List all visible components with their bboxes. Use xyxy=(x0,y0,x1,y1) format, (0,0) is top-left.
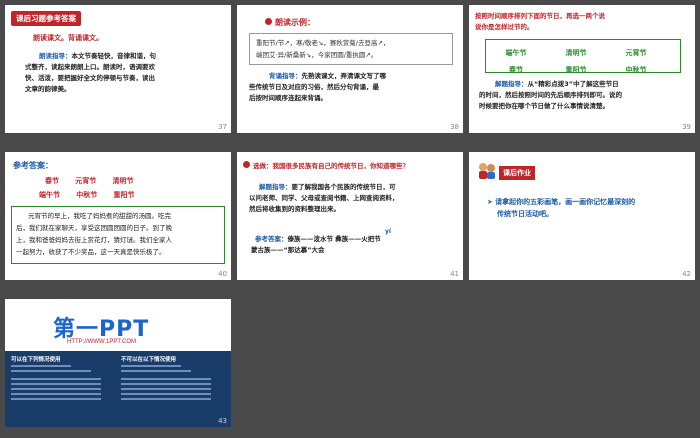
prompt-line-2: 说你是怎样过节的。 xyxy=(475,23,534,31)
guide-paragraph: 背诵指导：先熟读课文，弄清课文写了哪 些传统节日及对应的习俗，然后分句背诵，最 … xyxy=(249,71,459,104)
essay-line: 上，我和爸爸妈妈去街上赏花灯，猜灯谜。我们全家人 xyxy=(16,236,172,244)
slide-banner: 课后习题参考答案 xyxy=(11,11,81,26)
guide-line-3: 时候要把你在哪个节日做了什么事情说清楚。 xyxy=(479,102,609,110)
usage-forbidden-lines xyxy=(121,365,221,403)
answer-line-2: 蒙古族——“那达慕”大会 xyxy=(251,246,325,254)
guide-line-3: 然后将收集到的资料整理出来。 xyxy=(249,205,340,213)
guide-line-2: 的时间，然后按照时间的先后顺序排列即可。说的 xyxy=(479,91,622,99)
slide-number: 38 xyxy=(450,123,459,131)
pen-icon xyxy=(265,18,272,25)
slide-number: 41 xyxy=(450,270,459,278)
festival-item: 清明节 xyxy=(565,49,587,57)
example-box: 重阳节/节↗，寒/敬老↘，赛秋赏菊/去登高↗， 端团艾·异/新桑新↘，今家团圆/… xyxy=(249,33,453,65)
guide-line-4: 文章的韵律美。 xyxy=(25,85,71,93)
target-icon xyxy=(243,161,250,168)
guide-label: 朗读指导： xyxy=(39,52,72,60)
order-item: 中秋节 xyxy=(76,191,98,199)
essay-line: 后，我们就在家聊天，享受这团圆团圆的日子。到了晚 xyxy=(16,224,172,232)
order-row-1: 春节 元宵节 清明节 xyxy=(45,176,133,186)
slide-title: 朗读示例： xyxy=(265,17,315,28)
guide-line-2: 些传统节日及对应的习俗，然后分句背诵，最 xyxy=(249,83,379,91)
usage-allowed-title: 可以在下列情况使用 xyxy=(11,357,61,363)
arrow-icon: ➤ xyxy=(487,198,493,206)
homework-header: 课后作业 xyxy=(499,166,535,180)
festival-item: 春节 xyxy=(509,66,523,74)
prompt-text: 选做：我国很多民族有自己的传统节日，你知道哪些？ xyxy=(243,160,409,170)
prompt-line-1: 按照时间顺序排列下面的节日，再选一两个说 xyxy=(475,12,605,20)
guide-paragraph: 解题指导：从“精彩点拨3”中了解这些节日 的时间，然后按照时间的先后顺序排列即可… xyxy=(479,79,693,112)
guide-line-1: 本文节奏轻快，音律和谐，句 xyxy=(71,52,157,60)
order-item: 端午节 xyxy=(39,191,60,199)
essay-box: 元宵节的早上，我吃了妈妈煮的甜甜的汤圆。吃完 后，我们就在家聊天，享受这团圆团圆… xyxy=(11,206,225,264)
guide-line-1: 要了解我国各个民族的传统节日，可 xyxy=(291,183,396,191)
answer-label: 参考答案： xyxy=(255,235,288,243)
guide-line-2: 以问老师、同学、父母或查阅书籍、上网查阅资料， xyxy=(249,194,399,202)
slide-number: 40 xyxy=(218,270,227,278)
slide-number: 39 xyxy=(682,123,691,131)
usage-forbidden-title: 不可以在以下情况使用 xyxy=(121,357,177,363)
festival-item: 元宵节 xyxy=(625,49,647,57)
slide-41[interactable]: 选做：我国很多民族有自己的传统节日，你知道哪些？ 解题指导：要了解我国各个民族的… xyxy=(237,152,463,280)
festival-box: 端午节 清明节 元宵节 春节 重阳节 中秋节 xyxy=(485,39,681,74)
order-row-2: 端午节 中秋节 重阳节 xyxy=(39,190,134,200)
slide-37[interactable]: 课后习题参考答案 朗读课文。背诵课文。 朗读指导：本文节奏轻快，音律和谐，句 式… xyxy=(5,5,231,133)
slide-title: 参考答案： xyxy=(13,161,53,170)
festival-item: 重阳节 xyxy=(565,66,587,74)
order-item: 重阳节 xyxy=(113,191,135,199)
task-line-1: 请拿起你的五彩画笔，画一画你记忆最深刻的 xyxy=(495,198,636,206)
guide-label: 解题指导： xyxy=(259,183,292,191)
students-icon xyxy=(477,162,497,180)
guide-paragraph: 朗读指导：本文节奏轻快，音律和谐，句 式整齐，读起来朗朗上口。朗读时，语调要欢 … xyxy=(25,51,225,95)
slide-number: 42 xyxy=(682,270,691,278)
task-line-2: 传统节日活动吧。 xyxy=(497,210,553,218)
answer-block: 参考答案：傣族——泼水节 彝族——火把节 蒙古族——“那达慕”大会 xyxy=(251,234,461,256)
logo-url: HTTP://WWW.1PPT.COM xyxy=(67,339,136,345)
task-block: ➤ 请拿起你的五彩画笔，画一画你记忆最深刻的 传统节日活动吧。 xyxy=(487,196,687,220)
answer-line-1: 傣族——泼水节 彝族——火把节 xyxy=(287,235,381,243)
festival-item: 中秋节 xyxy=(625,66,647,74)
slide-38[interactable]: 朗读示例： 重阳节/节↗，寒/敬老↘，赛秋赏菊/去登高↗， 端团艾·异/新桑新↘… xyxy=(237,5,463,133)
festival-item: 端午节 xyxy=(505,49,527,57)
essay-line: 一起努力，收获了不少奖品，这一天真是快乐极了。 xyxy=(16,248,166,256)
essay-line: 元宵节的早上，我吃了妈妈煮的甜甜的汤圆。吃完 xyxy=(28,212,171,220)
example-line-1: 重阳节/节↗，寒/敬老↘，赛秋赏菊/去登高↗， xyxy=(256,39,390,47)
guide-line-2: 式整齐，读起来朗朗上口。朗读时，语调要欢 xyxy=(25,63,155,71)
example-line-2: 端团艾·异/新桑新↘，今家团圆/重执圆↗。 xyxy=(256,51,378,59)
slide-number: 43 xyxy=(218,417,227,425)
slide-39[interactable]: 按照时间顺序排列下面的节日，再选一两个说 说你是怎样过节的。 端午节 清明节 元宵节… xyxy=(469,5,695,133)
guide-label: 解题指导： xyxy=(495,80,528,88)
guide-line-1: 先熟读课文，弄清课文写了哪 xyxy=(301,72,387,80)
info-panel: 可以在下列情况使用 不可以在以下情况使用 xyxy=(5,351,231,427)
guide-line-3: 后按时间顺序连起来背诵。 xyxy=(249,94,327,102)
usage-allowed-lines xyxy=(11,365,111,403)
order-item: 清明节 xyxy=(112,177,134,185)
guide-line-1: 从“精彩点拨3”中了解这些节日 xyxy=(527,80,619,88)
instruction-text: 朗读课文。背诵课文。 xyxy=(33,34,103,42)
slide-43[interactable]: 第一PPT HTTP://WWW.1PPT.COM 可以在下列情况使用 不可以在… xyxy=(5,299,231,427)
order-item: 春节 xyxy=(45,177,59,185)
prompt-text: 按照时间顺序排列下面的节日，再选一两个说 说你是怎样过节的。 xyxy=(475,11,605,33)
slide-42[interactable]: 课后作业 ➤ 请拿起你的五彩画笔，画一画你记忆最深刻的 传统节日活动吧。 42 xyxy=(469,152,695,280)
guide-paragraph: 解题指导：要了解我国各个民族的传统节日，可 以问老师、同学、父母或查阅书籍、上网… xyxy=(249,182,459,215)
slide-number: 37 xyxy=(218,123,227,131)
order-item: 元宵节 xyxy=(75,177,97,185)
guide-line-3: 快、活泼，要把握好全文的停顿与节奏，读出 xyxy=(25,74,155,82)
slide-40[interactable]: 参考答案： 春节 元宵节 清明节 端午节 中秋节 重阳节 元宵节的早上，我吃了妈… xyxy=(5,152,231,280)
guide-label: 背诵指导： xyxy=(269,72,302,80)
